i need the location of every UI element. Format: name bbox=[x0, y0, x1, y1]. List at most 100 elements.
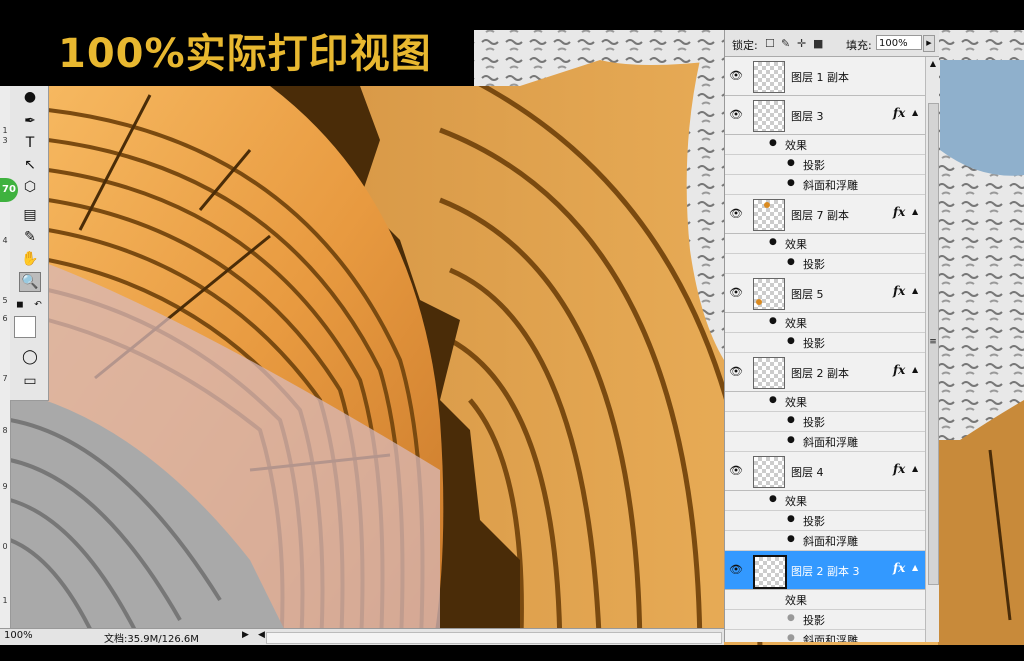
effect-row[interactable]: ● 投影 bbox=[725, 333, 925, 353]
effect-row[interactable]: ● 效果 bbox=[725, 313, 925, 333]
layer-row[interactable]: 👁 图层 5 fx ▲ bbox=[725, 274, 925, 313]
zoom-tool-icon[interactable]: 🔍 bbox=[19, 272, 41, 292]
shape-tool-icon[interactable]: ⬡ bbox=[20, 178, 40, 196]
expand-caret-icon[interactable]: ▲ bbox=[912, 108, 918, 117]
effect-row[interactable]: ● 投影 bbox=[725, 511, 925, 531]
eye-icon[interactable]: 👁 bbox=[729, 207, 743, 220]
expand-caret-icon[interactable]: ▲ bbox=[912, 464, 918, 473]
effect-label: 效果 bbox=[785, 139, 807, 152]
layer-row[interactable]: 👁 图层 3 fx ▲ bbox=[725, 96, 925, 135]
lock-transparency-icon[interactable]: ☐ bbox=[765, 37, 775, 50]
fx-icon[interactable]: fx bbox=[893, 284, 905, 298]
fill-label: 填充: bbox=[846, 39, 872, 52]
fx-icon[interactable]: fx bbox=[893, 561, 905, 575]
eye-icon[interactable]: ● bbox=[769, 395, 777, 405]
eye-icon[interactable]: ● bbox=[787, 514, 795, 524]
fill-dropdown-icon[interactable]: ▶ bbox=[923, 35, 935, 52]
effect-row[interactable]: ● 斜面和浮雕 bbox=[725, 175, 925, 195]
photoshop-window: 100%实际打印视图 1 3 4 5 6 7 8 9 0 1 ● ✒ T ↖ ⬡… bbox=[0, 0, 1024, 661]
path-select-tool-icon[interactable]: ↖ bbox=[20, 156, 40, 174]
layer-name: 图层 7 副本 bbox=[791, 209, 849, 222]
fill-input[interactable]: 100% bbox=[876, 35, 922, 50]
bottom-black-bar bbox=[0, 645, 1024, 661]
effect-row[interactable]: ● 效果 bbox=[725, 392, 925, 412]
hand-tool-icon[interactable]: ✋ bbox=[20, 250, 40, 268]
top-black-bar bbox=[0, 0, 1024, 30]
eye-icon[interactable]: ● bbox=[787, 158, 795, 168]
fx-icon[interactable]: fx bbox=[893, 462, 905, 476]
expand-caret-icon[interactable]: ▲ bbox=[912, 207, 918, 216]
eye-icon[interactable]: 👁 bbox=[729, 286, 743, 299]
eye-icon[interactable]: ● bbox=[787, 435, 795, 445]
eye-icon[interactable]: 👁 bbox=[729, 563, 743, 576]
lock-all-icon[interactable]: ■ bbox=[813, 37, 823, 50]
eye-icon[interactable]: ● bbox=[787, 613, 795, 623]
effect-label: 效果 bbox=[785, 396, 807, 409]
eye-icon[interactable]: 👁 bbox=[729, 69, 743, 82]
eye-icon[interactable]: ● bbox=[769, 138, 777, 148]
eye-icon[interactable]: ● bbox=[769, 316, 777, 326]
expand-caret-icon[interactable]: ▲ bbox=[912, 365, 918, 374]
layer-thumbnail bbox=[753, 199, 785, 231]
type-tool-icon[interactable]: T bbox=[20, 134, 40, 152]
eye-icon[interactable]: ● bbox=[787, 178, 795, 188]
effect-row[interactable]: 效果 bbox=[725, 590, 925, 610]
fx-icon[interactable]: fx bbox=[893, 205, 905, 219]
foreground-color-swatch[interactable] bbox=[14, 316, 36, 338]
eye-icon[interactable]: ● bbox=[769, 237, 777, 247]
ruler-number: 6 bbox=[2, 314, 8, 323]
effect-row[interactable]: ● 投影 bbox=[725, 610, 925, 630]
eye-icon[interactable]: ● bbox=[787, 415, 795, 425]
layer-thumbnail bbox=[753, 100, 785, 132]
eye-icon[interactable]: ● bbox=[787, 257, 795, 267]
layer-name: 图层 2 副本 3 bbox=[791, 565, 860, 578]
layers-panel: 锁定: ☐ ✎ ✛ ■ 填充: 100% ▶ 👁 图层 1 副本 👁 图层 3 … bbox=[724, 30, 939, 642]
expand-caret-icon[interactable]: ▲ bbox=[912, 563, 918, 572]
expand-caret-icon[interactable]: ▲ bbox=[912, 286, 918, 295]
zoom-level[interactable]: 100% bbox=[4, 630, 33, 641]
eye-icon[interactable]: ● bbox=[787, 534, 795, 544]
effect-row[interactable]: ● 投影 bbox=[725, 254, 925, 274]
layer-list: 👁 图层 1 副本 👁 图层 3 fx ▲ ● 效果 ● 投影 ● 斜面和浮雕 👁 图… bbox=[725, 57, 925, 642]
quick-mask-icon[interactable]: ◯ bbox=[20, 348, 40, 366]
eye-icon[interactable]: 👁 bbox=[729, 108, 743, 121]
screen-mode-icon[interactable]: ▭ bbox=[20, 372, 40, 390]
effect-row[interactable]: ● 效果 bbox=[725, 491, 925, 511]
burn-tool-icon[interactable]: ● bbox=[20, 88, 40, 106]
effect-row[interactable]: ● 斜面和浮雕 bbox=[725, 531, 925, 551]
layer-row[interactable]: 👁 图层 1 副本 bbox=[725, 57, 925, 96]
effect-row[interactable]: ● 效果 bbox=[725, 135, 925, 155]
fx-icon[interactable]: fx bbox=[893, 363, 905, 377]
horizontal-scrollbar[interactable] bbox=[266, 632, 722, 644]
notes-tool-icon[interactable]: ▤ bbox=[20, 206, 40, 224]
eye-icon[interactable]: ● bbox=[787, 336, 795, 346]
layer-thumbnail bbox=[753, 456, 785, 488]
eye-icon[interactable]: ● bbox=[787, 633, 795, 642]
eye-icon[interactable]: ● bbox=[769, 494, 777, 504]
swap-colors-icon[interactable]: ↶ bbox=[32, 296, 44, 314]
layer-row[interactable]: 👁 图层 7 副本 fx ▲ bbox=[725, 195, 925, 234]
layer-row-selected[interactable]: 👁 图层 2 副本 3 fx ▲ bbox=[725, 551, 925, 590]
toolbox: ● ✒ T ↖ ⬡ ▤ ✎ ✋ 🔍 ◼ ↶ ◯ ▭ bbox=[10, 86, 49, 401]
eye-icon[interactable]: 👁 bbox=[729, 365, 743, 378]
effect-row[interactable]: ● 投影 bbox=[725, 155, 925, 175]
layers-scrollbar[interactable]: ▲ ≡ bbox=[925, 57, 939, 642]
layer-row[interactable]: 👁 图层 4 fx ▲ bbox=[725, 452, 925, 491]
eye-icon[interactable]: 👁 bbox=[729, 464, 743, 477]
effect-label: 斜面和浮雕 bbox=[803, 535, 858, 548]
effect-row[interactable]: ● 斜面和浮雕 bbox=[725, 630, 925, 642]
effect-row[interactable]: ● 斜面和浮雕 bbox=[725, 432, 925, 452]
effect-row[interactable]: ● 效果 bbox=[725, 234, 925, 254]
eyedropper-tool-icon[interactable]: ✎ bbox=[20, 228, 40, 246]
status-menu-arrow-icon[interactable]: ▶ bbox=[242, 630, 249, 640]
scroll-up-icon[interactable]: ▲ bbox=[926, 59, 939, 68]
layer-name: 图层 5 bbox=[791, 288, 824, 301]
scroll-left-arrow-icon[interactable]: ◀ bbox=[258, 630, 265, 640]
fx-icon[interactable]: fx bbox=[893, 106, 905, 120]
lock-position-icon[interactable]: ✛ bbox=[797, 37, 806, 50]
layer-row[interactable]: 👁 图层 2 副本 fx ▲ bbox=[725, 353, 925, 392]
lock-pixels-icon[interactable]: ✎ bbox=[781, 37, 790, 50]
effect-row[interactable]: ● 投影 bbox=[725, 412, 925, 432]
default-colors-icon[interactable]: ◼ bbox=[14, 296, 26, 314]
pen-tool-icon[interactable]: ✒ bbox=[20, 112, 40, 130]
